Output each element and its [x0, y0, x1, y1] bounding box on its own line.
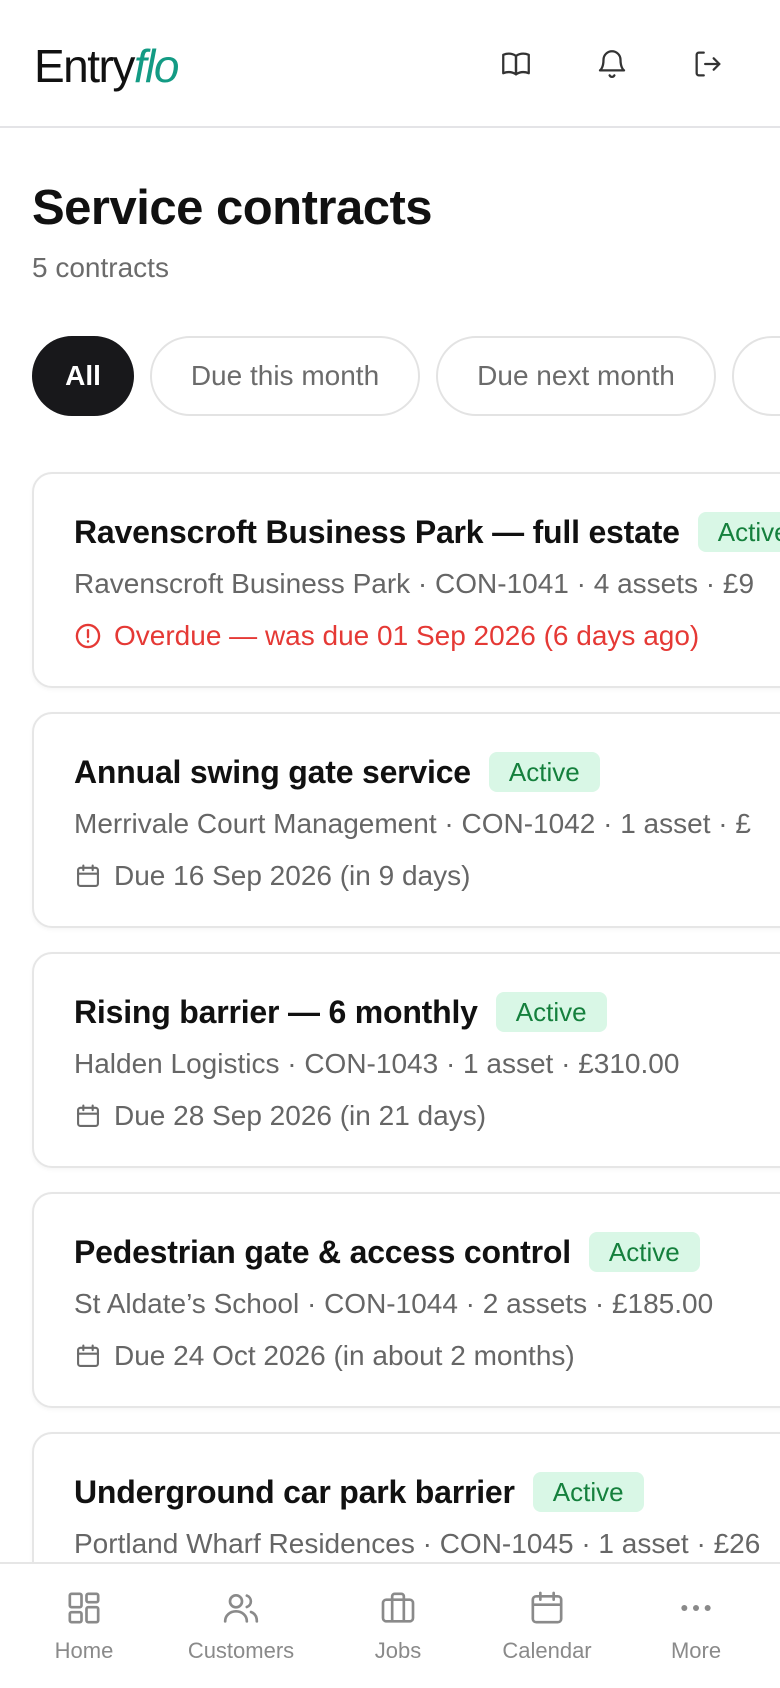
calendar-icon — [77, 864, 99, 887]
contract-card[interactable]: Ravenscroft Business Park — full estate … — [32, 472, 780, 688]
nav-label: Customers — [187, 1638, 295, 1663]
contract-meta: St Aldate’s School · CON-1044 · 2 assets… — [74, 1288, 714, 1319]
due-line: Due 24 Oct 2026 (in about 2 months) — [74, 1338, 575, 1374]
contract-card[interactable]: Rising barrier — 6 monthly Active Halden… — [32, 952, 780, 1168]
contract-title: Ravenscroft Business Park — full estate — [74, 513, 680, 550]
bell-icon[interactable] — [590, 42, 634, 86]
due-text: Overdue — was due 01 Sep 2026 (6 days ag… — [114, 620, 700, 651]
contract-title: Pedestrian gate & access control — [74, 1233, 571, 1270]
app-screen: Entryflo Service contracts 5 contracts A… — [0, 0, 780, 1688]
page-title: Service contracts — [32, 181, 433, 235]
alert-circle-icon — [75, 623, 101, 649]
logo-part-1: Entry — [34, 40, 135, 92]
contract-card[interactable]: Annual swing gate service Active Merriva… — [32, 712, 780, 928]
filter-due-next-month[interactable]: Due next month — [436, 336, 716, 416]
bottom-nav: Home Customers Jobs Calendar More — [0, 1562, 780, 1688]
grid-icon — [68, 1592, 100, 1624]
users-icon — [223, 1594, 259, 1623]
due-text: Due 16 Sep 2026 (in 9 days) — [114, 860, 471, 891]
due-line: Due 16 Sep 2026 (in 9 days) — [74, 858, 470, 894]
card-header: Underground car park barrier Active — [74, 1470, 644, 1514]
card-header: Rising barrier — 6 monthly Active — [74, 990, 607, 1034]
nav-label: More — [670, 1638, 722, 1663]
nav-customers[interactable]: Customers — [163, 1564, 319, 1688]
calendar-icon — [77, 1344, 99, 1367]
contract-title: Annual swing gate service — [74, 753, 471, 790]
briefcase-icon — [381, 1592, 415, 1623]
contract-meta: Merrivale Court Management · CON-1042 · … — [74, 808, 751, 839]
filter-chips: All Due this month Due next month — [32, 336, 780, 416]
logo-part-2: flo — [133, 40, 180, 92]
nav-label: Calendar — [502, 1638, 592, 1663]
contract-title: Rising barrier — 6 monthly — [74, 993, 478, 1030]
nav-label: Jobs — [374, 1638, 422, 1663]
filter-due-this-month[interactable]: Due this month — [150, 336, 420, 416]
calendar-icon — [531, 1591, 563, 1624]
due-text: Due 28 Sep 2026 (in 21 days) — [114, 1100, 487, 1131]
more-icon — [681, 1605, 711, 1611]
due-line: Due 28 Sep 2026 (in 21 days) — [74, 1098, 486, 1134]
status-badge: Active — [495, 992, 607, 1032]
logout-icon[interactable] — [686, 42, 730, 86]
book-icon[interactable] — [494, 42, 538, 86]
card-header: Annual swing gate service Active — [74, 750, 600, 794]
contract-meta: Ravenscroft Business Park · CON-1041 · 4… — [74, 568, 755, 599]
card-header: Pedestrian gate & access control Active — [74, 1230, 700, 1274]
nav-calendar[interactable]: Calendar — [469, 1564, 625, 1688]
status-badge: Active — [697, 512, 780, 552]
nav-jobs[interactable]: Jobs — [320, 1564, 476, 1688]
top-bar: Entryflo — [0, 0, 780, 128]
nav-home[interactable]: Home — [6, 1564, 162, 1688]
calendar-icon — [77, 1104, 99, 1127]
contract-meta: Portland Wharf Residences · CON-1045 · 1… — [74, 1528, 761, 1559]
nav-label: Home — [54, 1638, 114, 1663]
due-text: Due 24 Oct 2026 (in about 2 months) — [114, 1340, 575, 1371]
contract-count: 5 contracts — [32, 252, 169, 283]
contract-card[interactable]: Pedestrian gate & access control Active … — [32, 1192, 780, 1408]
card-header: Ravenscroft Business Park — full estate … — [74, 510, 780, 554]
filter-more-chip[interactable] — [732, 336, 780, 416]
filter-all[interactable]: All — [32, 336, 134, 416]
nav-more[interactable]: More — [618, 1564, 774, 1688]
status-badge: Active — [588, 1232, 700, 1272]
contract-title: Underground car park barrier — [74, 1473, 515, 1510]
status-badge: Active — [532, 1472, 644, 1512]
due-line: Overdue — was due 01 Sep 2026 (6 days ag… — [74, 618, 699, 654]
app-logo[interactable]: Entryflo — [34, 38, 180, 94]
status-badge: Active — [488, 752, 600, 792]
contract-meta: Halden Logistics · CON-1043 · 1 asset · … — [74, 1048, 680, 1079]
